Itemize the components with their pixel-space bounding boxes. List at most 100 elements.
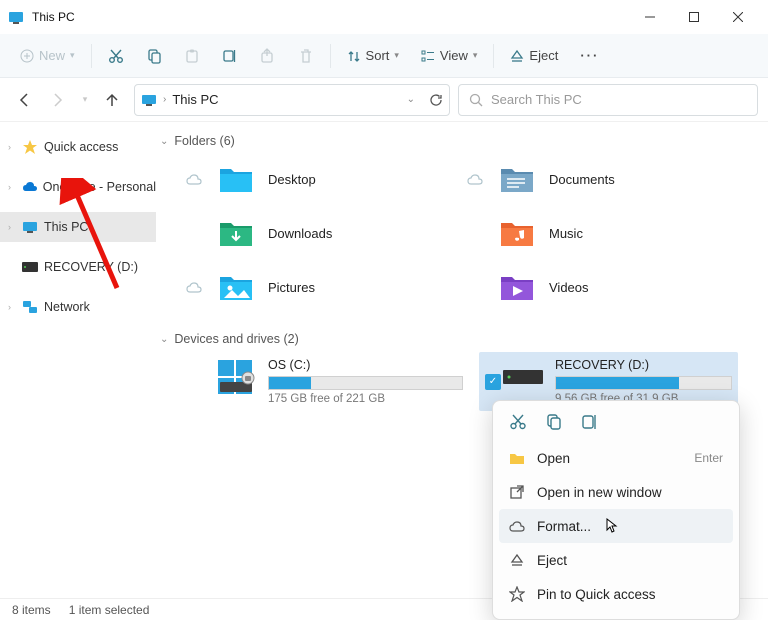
copy-button[interactable] <box>136 39 172 73</box>
chevron-down-icon: ▾ <box>394 50 399 61</box>
new-window-icon <box>509 484 525 500</box>
sidebar-item-onedrive[interactable]: › OneDrive - Personal <box>0 172 156 202</box>
separator <box>493 44 494 68</box>
cloud-sync-icon <box>186 173 204 185</box>
drive-icon <box>216 358 256 394</box>
eject-button[interactable]: Eject <box>500 39 568 73</box>
folder-icon <box>499 272 535 302</box>
window-title: This PC <box>32 10 75 24</box>
folder-icon <box>218 218 254 248</box>
drive-os-c[interactable]: OS (C:) 175 GB free of 221 GB <box>210 352 469 411</box>
folder-desktop[interactable]: Desktop <box>186 154 457 204</box>
expand-icon[interactable]: › <box>8 182 16 192</box>
delete-button[interactable] <box>288 39 324 73</box>
folders-group-header[interactable]: ⌄ Folders (6) <box>156 128 768 154</box>
ctx-cut-button[interactable] <box>509 413 527 431</box>
paste-button[interactable] <box>174 39 210 73</box>
chevron-down-icon: ⌄ <box>160 136 168 147</box>
selected-checkbox[interactable]: ✓ <box>485 374 501 390</box>
address-bar[interactable]: › This PC ⌄ <box>134 84 450 116</box>
paste-icon <box>184 48 200 64</box>
sidebar-item-network[interactable]: › Network <box>0 292 156 322</box>
chevron-down-icon: ⌄ <box>160 334 168 345</box>
toolbar: New ▾ Sort ▾ View ▾ Eject ··· <box>0 34 768 78</box>
recent-button[interactable]: ▾ <box>78 86 92 114</box>
folder-icon <box>218 164 254 194</box>
navigation-pane: › Quick access › OneDrive - Personal › T… <box>0 122 156 598</box>
sidebar-item-this-pc[interactable]: › This PC <box>0 212 156 242</box>
forward-button[interactable] <box>44 86 72 114</box>
expand-icon[interactable]: › <box>8 302 16 312</box>
expand-icon[interactable]: › <box>8 142 16 152</box>
sidebar-item-quick-access[interactable]: › Quick access <box>0 132 156 162</box>
rename-button[interactable] <box>212 39 248 73</box>
eject-icon <box>509 552 525 568</box>
drive-icon <box>22 262 38 272</box>
ctx-eject[interactable]: Eject <box>499 543 733 577</box>
capacity-bar <box>555 376 732 390</box>
ctx-pin-quick-access[interactable]: Pin to Quick access <box>499 577 733 611</box>
expand-icon[interactable]: › <box>8 222 16 232</box>
address-row: ▾ › This PC ⌄ Search This PC <box>0 78 768 122</box>
cloud-sync-icon <box>467 173 485 185</box>
pc-icon <box>22 219 38 235</box>
format-icon <box>509 518 525 534</box>
search-placeholder: Search This PC <box>491 92 582 107</box>
plus-circle-icon <box>20 49 34 63</box>
back-button[interactable] <box>10 86 38 114</box>
drives-group-header[interactable]: ⌄ Devices and drives (2) <box>156 326 768 352</box>
cursor-icon <box>605 518 619 534</box>
folder-open-icon <box>509 450 525 466</box>
ctx-open[interactable]: Open Enter <box>499 441 733 475</box>
folder-icon <box>499 218 535 248</box>
ctx-open-new-window[interactable]: Open in new window <box>499 475 733 509</box>
context-menu: Open Enter Open in new window Format... … <box>492 400 740 620</box>
chevron-down-icon[interactable]: ⌄ <box>407 94 415 105</box>
capacity-bar <box>268 376 463 390</box>
cut-button[interactable] <box>98 39 134 73</box>
chevron-down-icon: ▾ <box>70 50 75 61</box>
ctx-copy-button[interactable] <box>545 413 563 431</box>
eject-icon <box>510 49 524 63</box>
address-text: This PC <box>172 92 218 107</box>
star-icon <box>22 139 38 155</box>
new-button[interactable]: New ▾ <box>10 39 85 73</box>
title-bar: This PC <box>0 0 768 34</box>
view-icon <box>421 49 435 63</box>
cloud-icon <box>22 179 37 195</box>
refresh-button[interactable] <box>429 93 443 107</box>
rename-icon <box>222 48 238 64</box>
folder-pictures[interactable]: Pictures <box>186 262 457 312</box>
separator <box>91 44 92 68</box>
copy-icon <box>146 48 162 64</box>
chevron-down-icon: ▾ <box>473 50 478 61</box>
folder-videos[interactable]: Videos <box>467 262 738 312</box>
maximize-button[interactable] <box>672 2 716 32</box>
folder-downloads[interactable]: Downloads <box>186 208 457 258</box>
trash-icon <box>298 48 314 64</box>
minimize-button[interactable] <box>628 2 672 32</box>
ctx-rename-button[interactable] <box>581 413 599 431</box>
star-outline-icon <box>509 586 525 602</box>
ctx-format[interactable]: Format... <box>499 509 733 543</box>
folder-icon <box>218 272 254 302</box>
chevron-right-icon: › <box>163 94 166 105</box>
search-icon <box>469 93 483 107</box>
more-button[interactable]: ··· <box>570 39 609 73</box>
app-icon <box>8 9 24 25</box>
view-button[interactable]: View ▾ <box>411 39 487 73</box>
folder-music[interactable]: Music <box>467 208 738 258</box>
sidebar-item-recovery[interactable]: RECOVERY (D:) <box>0 252 156 282</box>
share-icon <box>260 48 276 64</box>
share-button[interactable] <box>250 39 286 73</box>
sort-button[interactable]: Sort ▾ <box>337 39 409 73</box>
folder-icon <box>499 164 535 194</box>
sort-icon <box>347 49 361 63</box>
item-count: 8 items <box>12 603 51 617</box>
folder-documents[interactable]: Documents <box>467 154 738 204</box>
up-button[interactable] <box>98 86 126 114</box>
scissors-icon <box>108 48 124 64</box>
close-button[interactable] <box>716 2 760 32</box>
search-box[interactable]: Search This PC <box>458 84 758 116</box>
selection-count: 1 item selected <box>69 603 150 617</box>
